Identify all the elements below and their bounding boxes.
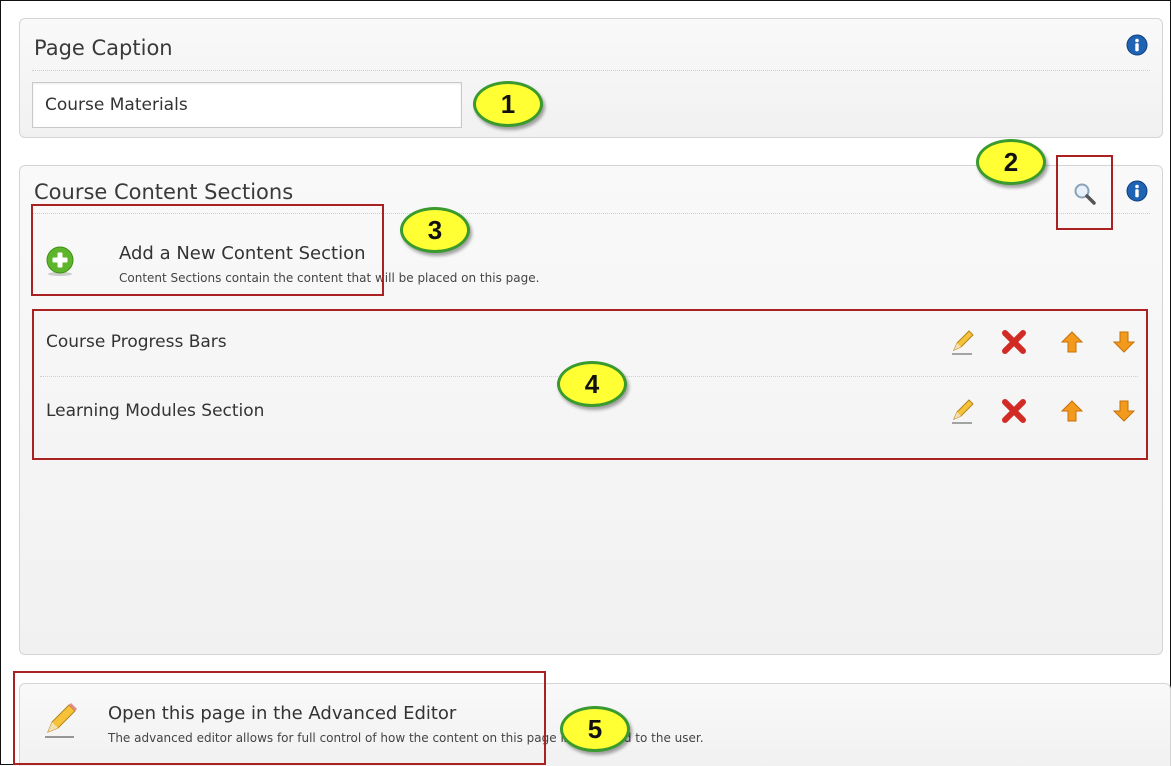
highlight-advanced-editor <box>13 671 546 765</box>
callout-5: 5 <box>560 706 630 752</box>
callout-2: 2 <box>976 139 1046 185</box>
callout-1: 1 <box>473 81 543 127</box>
callout-4: 4 <box>557 361 627 407</box>
highlight-add-section <box>31 204 384 296</box>
page-caption-title: Page Caption <box>34 36 173 60</box>
info-icon[interactable] <box>1126 34 1148 56</box>
callout-3: 3 <box>400 207 470 253</box>
course-content-title: Course Content Sections <box>34 180 294 204</box>
page-caption-input[interactable]: Course Materials <box>32 82 462 128</box>
divider <box>32 70 1150 71</box>
info-icon[interactable] <box>1126 180 1148 202</box>
highlight-search <box>1056 155 1113 230</box>
